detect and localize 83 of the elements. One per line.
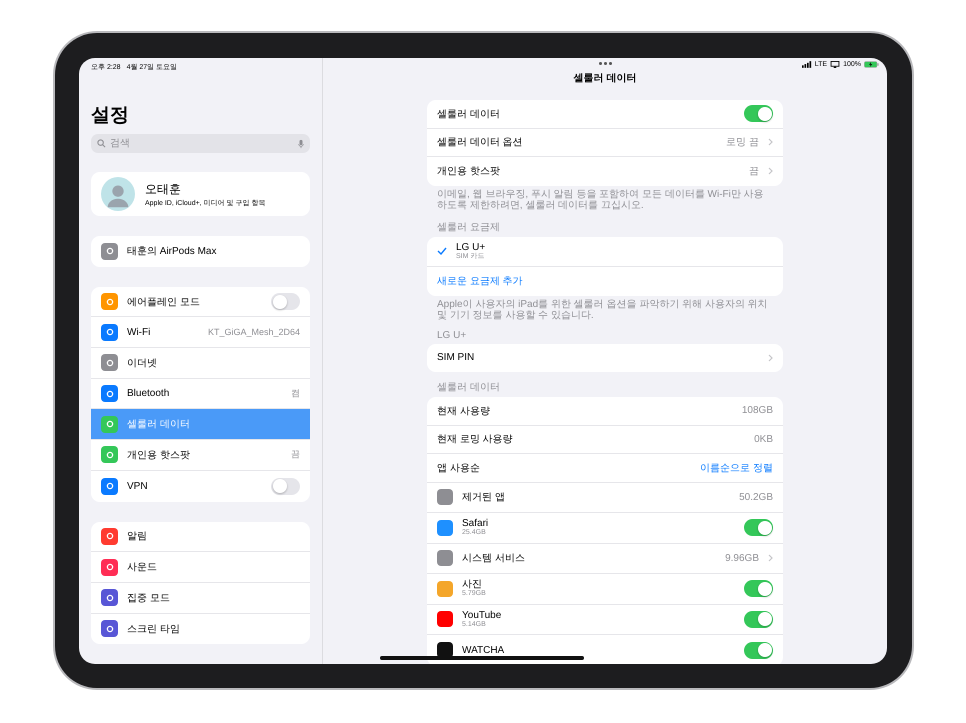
section-header: 셀룰러 요금제 xyxy=(437,220,501,234)
avatar-icon xyxy=(101,177,135,211)
row-label: 현재 사용량 xyxy=(437,404,490,418)
settings-item[interactable]: 스크린 타임 xyxy=(91,614,310,644)
toggle-switch[interactable] xyxy=(744,519,773,536)
row-label: YouTube xyxy=(462,610,502,621)
row-value: 0KB xyxy=(754,434,773,445)
list-row[interactable]: 앱 사용순 이름순으로 정렬 xyxy=(427,454,783,482)
toggle-switch[interactable] xyxy=(744,580,773,598)
settings-label: VPN xyxy=(127,480,149,492)
settings-label: 개인용 핫스팟 xyxy=(127,448,191,462)
row-label: WATCHA xyxy=(462,644,504,656)
toggle-switch[interactable] xyxy=(271,478,300,495)
settings-item[interactable]: 개인용 핫스팟 끔 xyxy=(91,440,310,471)
row-value: 50.2GB xyxy=(739,492,773,503)
microphone-icon[interactable] xyxy=(298,138,304,148)
settings-label: 스크린 타임 xyxy=(127,622,181,636)
row-label: 셀룰러 데이터 xyxy=(437,108,500,121)
settings-item[interactable]: 태훈의 AirPods Max xyxy=(91,236,310,267)
row-label: SIM PIN xyxy=(437,352,474,364)
battery-charging-icon xyxy=(864,61,879,68)
row-label: Safari xyxy=(462,518,488,530)
row-label: 시스템 서비스 xyxy=(462,552,525,566)
list-row[interactable]: 새로운 요금제 추가 xyxy=(427,267,783,296)
section-footer: Apple이 사용자의 iPad를 위한 셀룰러 옵션을 파악하기 위해 사용자의 위치 및 기기 정보를 사용할 수 있습니다. xyxy=(437,298,773,322)
sort-link[interactable]: 이름순으로 정렬 xyxy=(700,460,773,475)
search-icon xyxy=(97,139,106,148)
row-label: 셀룰러 데이터 옵션 xyxy=(437,136,523,150)
row-label: 사진 xyxy=(462,579,482,590)
search-field[interactable]: 검색 xyxy=(91,134,310,153)
toggle-switch[interactable] xyxy=(271,293,300,310)
row-label: 현재 로밍 사용량 xyxy=(437,433,513,446)
toggle-switch[interactable] xyxy=(744,642,773,659)
row-value: 9.96GB xyxy=(725,552,759,564)
chevron-icon xyxy=(768,354,773,362)
settings-label: 집중 모드 xyxy=(127,592,171,605)
settings-label: 이더넷 xyxy=(127,356,158,370)
signal-icon xyxy=(802,61,812,68)
list-row[interactable]: 제거된 앱 50.2GB xyxy=(427,482,783,513)
settings-label: 알림 xyxy=(127,530,148,544)
row-label: LG U+ xyxy=(456,242,486,253)
section-footer: 이메일, 웹 브라우징, 푸시 알림 등을 포함하여 모든 데이터를 Wi-Fi만 사용하도록 제한하려면, 셀룰러 데이터를 끄십시오. xyxy=(437,188,773,212)
list-row[interactable]: 현재 로밍 사용량 0KB xyxy=(427,426,783,454)
add-plan-link[interactable]: 새로운 요금제 추가 xyxy=(437,274,523,288)
settings-label: Wi-Fi xyxy=(127,326,152,338)
row-value: 로밍 끔 xyxy=(726,136,759,150)
screen-mirroring-icon xyxy=(830,61,840,68)
settings-item[interactable]: 에어플레인 모드 xyxy=(91,286,310,318)
chevron-icon xyxy=(768,138,773,146)
list-row[interactable]: 셀룰러 데이터 옵션 로밍 끔 xyxy=(427,128,783,157)
toggle-switch[interactable] xyxy=(744,105,773,122)
list-row[interactable]: 셀룰러 데이터 xyxy=(427,100,783,128)
settings-item[interactable]: VPN xyxy=(91,470,310,502)
row-label: 개인용 핫스팟 xyxy=(437,165,500,178)
settings-item[interactable]: 알림 xyxy=(91,522,310,552)
list-row[interactable]: SIM PIN xyxy=(427,344,783,372)
settings-label: Bluetooth xyxy=(127,388,170,400)
settings-label: 태훈의 AirPods Max xyxy=(127,245,218,258)
row-value: 108GB xyxy=(742,405,773,416)
section-header: LG U+ xyxy=(437,330,468,340)
row-value: 끔 xyxy=(749,165,759,178)
section-header: 셀룰러 데이터 xyxy=(437,381,501,394)
settings-item[interactable]: 사운드 xyxy=(91,552,310,583)
settings-label: 에어플레인 모드 xyxy=(127,296,201,309)
profile-name: 오태훈 xyxy=(145,180,182,198)
settings-value: KT_GiGA_Mesh_2D64 xyxy=(208,327,300,338)
settings-item[interactable]: Wi-Fi KT_GiGA_Mesh_2D64 xyxy=(91,317,310,348)
settings-label: 사운드 xyxy=(127,561,158,574)
settings-item[interactable]: 집중 모드 xyxy=(91,582,310,614)
list-row[interactable]: 시스템 서비스 9.96GB xyxy=(427,544,783,574)
settings-value: 켬 xyxy=(291,387,300,400)
settings-item[interactable]: 이더넷 xyxy=(91,348,310,379)
chevron-icon xyxy=(768,167,773,176)
toggle-switch[interactable] xyxy=(744,610,773,628)
list-row[interactable]: 현재 사용량 108GB xyxy=(427,397,783,426)
list-row[interactable]: 개인용 핫스팟 끔 xyxy=(427,157,783,186)
settings-value: 끔 xyxy=(291,448,300,462)
settings-label: 셀룰러 데이터 xyxy=(127,418,191,432)
multitasking-dots-icon[interactable] xyxy=(598,62,612,65)
page-title: 셀룰러 데이터 xyxy=(574,72,636,85)
page-title: 설정 xyxy=(91,104,130,128)
row-label: 제거된 앱 xyxy=(462,491,505,504)
row-label: 앱 사용순 xyxy=(437,462,480,475)
